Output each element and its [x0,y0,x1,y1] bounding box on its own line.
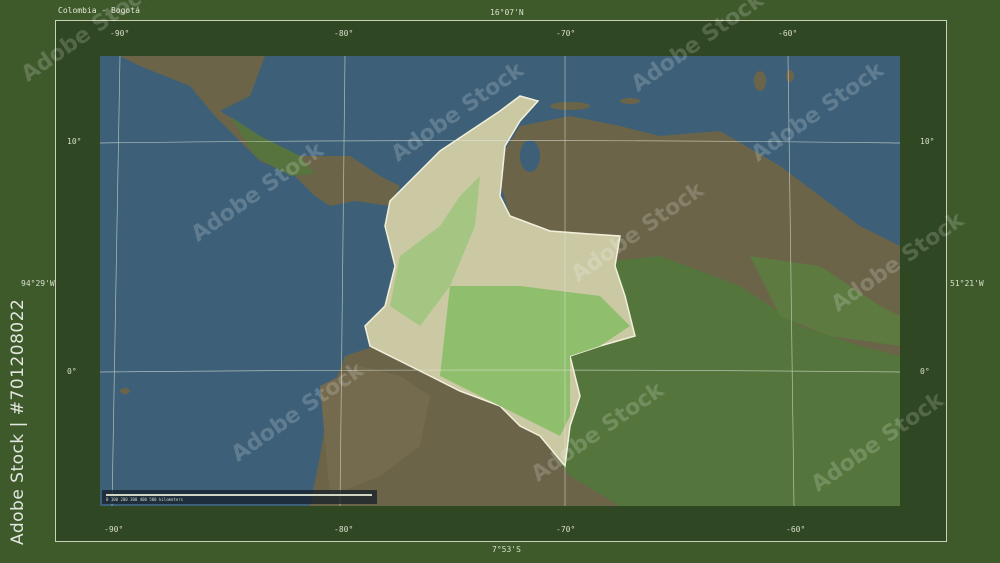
scale-bar-text: 0 100 200 300 400 500 kilometers [106,497,184,502]
bottom-latitude-label: 7°53'S [492,545,521,554]
lon-label-bottom: -90° [104,525,124,534]
galapagos-islands [120,388,130,394]
lon-label-top: -60° [778,29,798,38]
stock-id-label: Adobe Stock | #701208022 [8,298,28,545]
lake-maracaibo [520,140,540,172]
lon-label-top: -70° [556,29,576,38]
top-latitude-label: 16°07'N [490,8,524,17]
caribbean-islands [786,70,794,82]
caribbean-islands [754,71,766,91]
lat-label-left: 0° [67,367,77,376]
map-frame: Colombia - Bogotá 16°07'N 7°53'S 94°29'W… [0,0,1000,563]
lat-label-right: 10° [920,137,935,146]
scale-bar: 0 100 200 300 400 500 kilometers [102,490,377,504]
lon-label-bottom: -80° [334,525,354,534]
lon-label-top: -90° [110,29,130,38]
lon-label-bottom: -60° [786,525,806,534]
lat-label-left: 10° [67,137,82,146]
left-longitude-label: 94°29'W [21,279,55,288]
lat-label-right: 0° [920,367,930,376]
caribbean-islands [550,102,590,110]
caribbean-islands [620,98,640,104]
scale-bar-line [106,494,372,496]
lon-label-bottom: -70° [556,525,576,534]
lon-label-top: -80° [334,29,354,38]
right-longitude-label: 51°21'W [950,279,984,288]
